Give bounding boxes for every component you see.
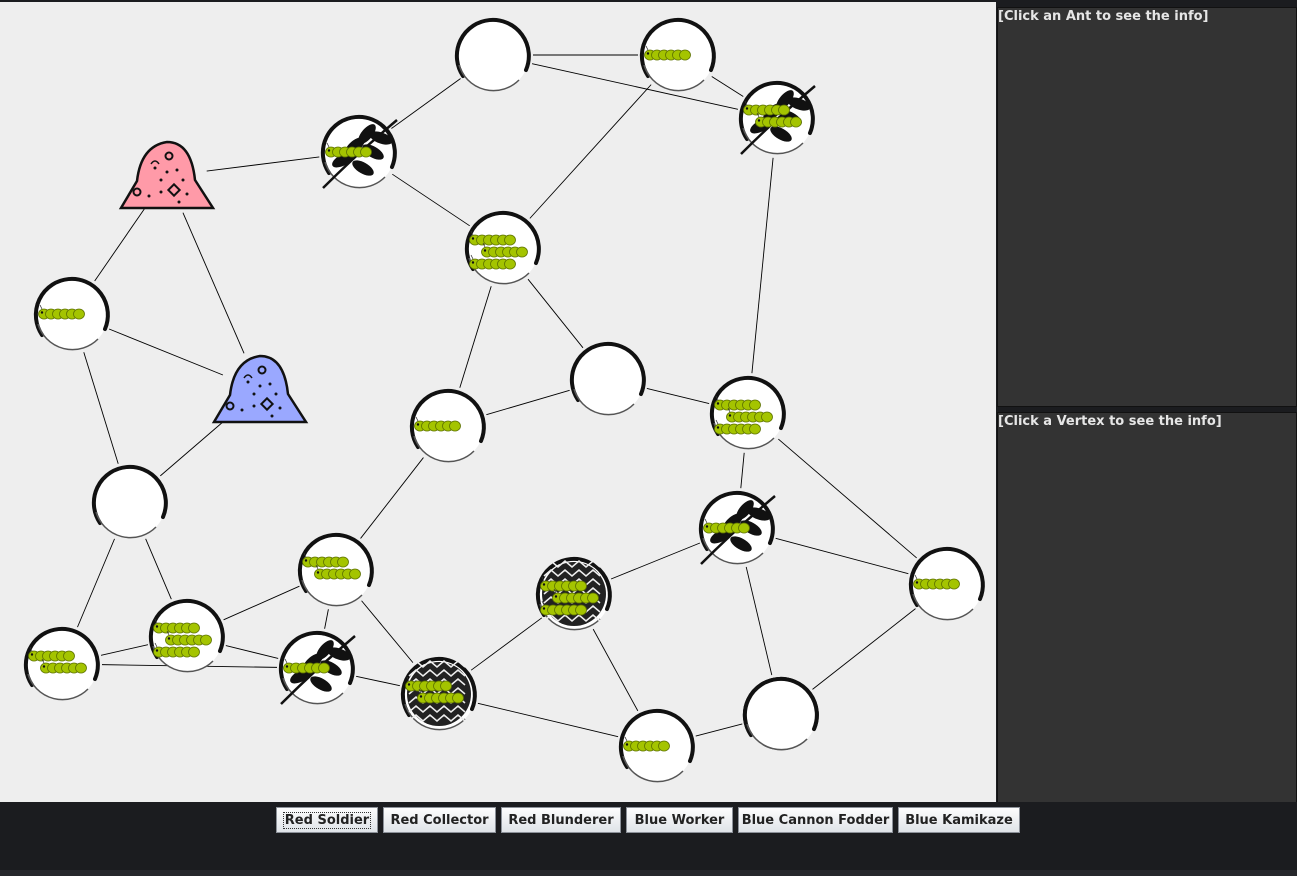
graph-edge [223,585,300,621]
blue-colony-anthill-icon[interactable] [211,354,309,424]
graph-edge [745,566,773,676]
graph-edge [225,645,279,659]
graph-edge [592,628,639,712]
graph-edge [361,600,414,664]
vertex-v5[interactable] [464,210,541,285]
vertex-v10[interactable] [709,375,786,450]
blue-kamikaze-button[interactable]: Blue Kamikaze [898,807,1020,833]
graph-canvas[interactable] [0,2,996,802]
graph-edge [529,84,652,219]
vertex-v21[interactable] [742,676,819,751]
vertex-v8[interactable] [91,464,168,539]
ant-info-text: [Click an Ant to see the info] [998,9,1209,24]
vertex-v14[interactable] [535,556,612,631]
vertex-v9[interactable] [409,388,486,463]
graph-edge [391,78,461,129]
graph-edge [470,617,543,671]
vertex-v13[interactable] [297,532,374,607]
ant-spawn-toolbar: Red Soldier Red Collector Red Blunderer … [0,802,1297,876]
graph-edge [646,388,710,404]
graph-edge [392,173,470,227]
red-collector-button[interactable]: Red Collector [383,807,496,833]
graph-edge [740,452,745,489]
graph-edge [711,76,744,97]
vertex-v19[interactable] [400,656,477,731]
red-blunderer-button[interactable]: Red Blunderer [501,807,621,833]
graph-edge [77,538,115,628]
vertex-v1[interactable] [454,17,531,92]
graph-edge [695,723,743,737]
blue-worker-label: Blue Worker [634,812,725,828]
graph-edge [100,644,149,656]
graph-edge [360,457,424,539]
vertex-v16[interactable] [23,626,100,701]
graph-edge [812,608,916,690]
vertex-v4[interactable] [320,114,398,189]
vertex-v3[interactable] [738,80,816,155]
graph-edge [160,415,230,477]
red-colony-anthill-icon[interactable] [118,140,216,210]
vertex-info-panel: [Click a Vertex to see the info] [997,412,1297,804]
blue-cannon-fodder-button[interactable]: Blue Cannon Fodder [738,807,893,833]
graph-edge [94,208,145,282]
graph-board[interactable] [0,2,996,802]
red-blunderer-label: Red Blunderer [508,812,614,828]
vertex-v7[interactable] [569,341,646,416]
blue-worker-button[interactable]: Blue Worker [626,807,733,833]
graph-edge [356,675,400,687]
graph-edge [108,328,224,376]
graph-edge [145,538,172,600]
ant-info-panel: [Click an Ant to see the info] [997,7,1297,407]
graph-edge [610,542,701,580]
graph-edge [83,352,119,464]
graph-edge [775,537,909,575]
vertex-v15[interactable] [908,546,985,621]
red-soldier-label: Red Soldier [282,811,372,829]
vertex-v2[interactable] [639,17,716,92]
blue-kamikaze-label: Blue Kamikaze [905,812,1013,828]
vertex-v12[interactable] [698,490,776,565]
graph-edge [527,278,584,349]
graph-edge [486,389,570,416]
vertex-v20[interactable] [618,708,695,783]
red-soldier-button[interactable]: Red Soldier [276,807,378,833]
graph-edge [751,157,774,374]
graph-edge [459,286,492,388]
graph-edge [778,438,917,559]
vertex-info-text: [Click a Vertex to see the info] [998,414,1222,429]
vertex-v18[interactable] [278,630,356,705]
graph-edge [206,156,320,172]
vertex-v17[interactable] [148,598,225,673]
vertex-v6[interactable] [33,276,110,351]
graph-edge [182,212,245,354]
graph-edge [477,702,619,738]
blue-cannon-fodder-label: Blue Cannon Fodder [741,812,890,828]
red-collector-label: Red Collector [390,812,489,828]
taskbar-strip [0,870,1297,876]
graph-edge [324,609,329,629]
